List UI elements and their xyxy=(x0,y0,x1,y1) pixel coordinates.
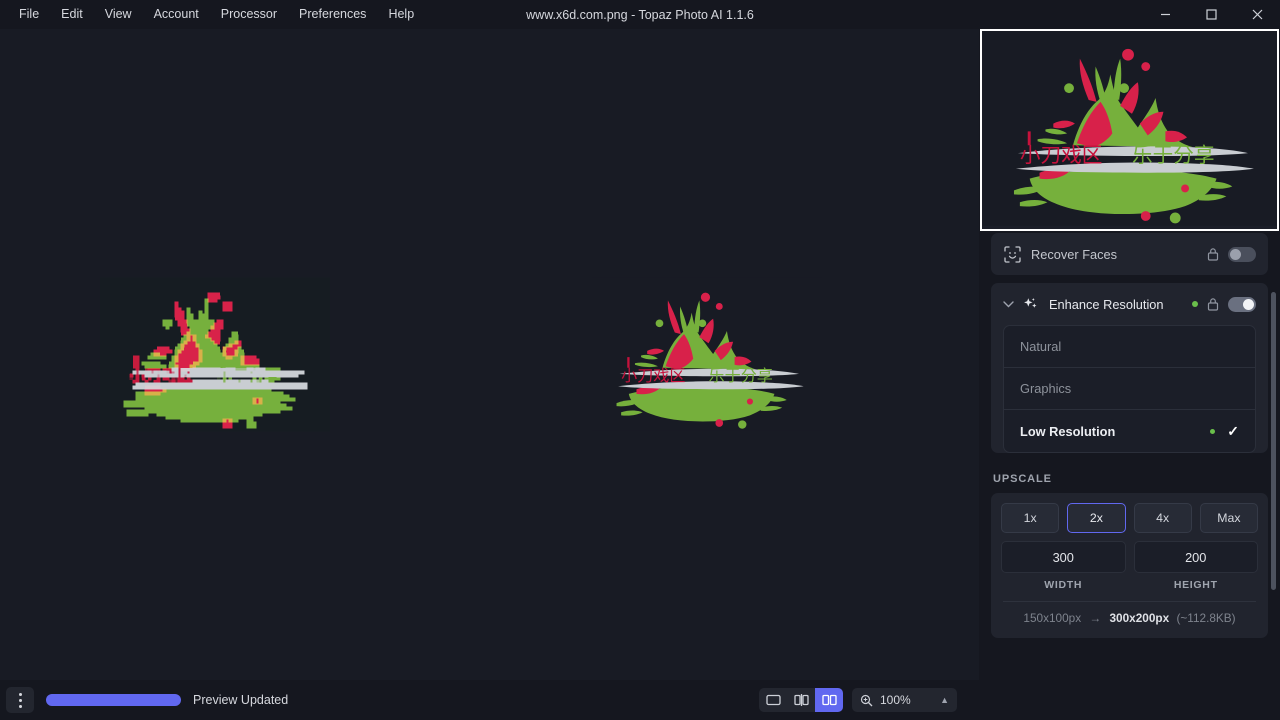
chevron-up-icon[interactable]: ▲ xyxy=(940,695,949,705)
comparison-view: 小刀戏区 乐于分享 小刀戏区 乐于分享 xyxy=(0,29,979,680)
menu-item-view[interactable]: View xyxy=(94,3,143,26)
svg-text:乐于分享: 乐于分享 xyxy=(709,366,773,385)
zoom-value: 100% xyxy=(880,693,911,707)
upscale-4x[interactable]: 4x xyxy=(1134,503,1192,533)
svg-text:小刀戏区: 小刀戏区 xyxy=(1019,143,1102,167)
toggle-knob xyxy=(1243,299,1254,310)
model-list: Natural Graphics Low Resolution ✓ xyxy=(1003,325,1256,453)
settings-scroll-area[interactable]: Recover Faces xyxy=(979,233,1280,653)
view-mode-side-by-side[interactable] xyxy=(815,688,843,712)
height-input[interactable]: 200 xyxy=(1134,541,1259,573)
source-size: 150x100px xyxy=(1023,611,1081,625)
kebab-dot xyxy=(19,693,22,696)
lock-icon[interactable] xyxy=(1207,247,1219,261)
lock-icon[interactable] xyxy=(1207,297,1219,311)
model-label: Graphics xyxy=(1020,381,1071,396)
face-detect-icon xyxy=(1003,245,1021,263)
progress-bar xyxy=(46,694,181,706)
model-active-dot xyxy=(1210,429,1215,434)
enhanced-image: 小刀戏区 乐于分享 xyxy=(592,254,822,454)
toggle-enhance-resolution[interactable] xyxy=(1228,297,1256,312)
menu-bar: File Edit View Account Processor Prefere… xyxy=(0,0,425,29)
checkmark-icon: ✓ xyxy=(1227,423,1239,440)
filter-label-enhance-resolution: Enhance Resolution xyxy=(1049,297,1192,312)
view-mode-split[interactable] xyxy=(787,688,815,712)
dimension-labels: WIDTH HEIGHT xyxy=(1001,579,1258,591)
close-button[interactable] xyxy=(1234,0,1280,29)
upscale-2x[interactable]: 2x xyxy=(1067,503,1125,533)
target-size: 300x200px xyxy=(1109,611,1169,625)
status-bar: Preview Updated 100% ▲ xyxy=(0,680,979,720)
svg-text:乐于分享: 乐于分享 xyxy=(217,366,281,385)
status-message: Preview Updated xyxy=(193,693,288,707)
preview-thumbnail-image: 小刀戏区 乐于分享 xyxy=(982,29,1277,231)
original-image: 小刀戏区 乐于分享 xyxy=(100,254,330,454)
upscale-card: 1x 2x 4x Max 300 200 WIDTH HEIGHT 150x10… xyxy=(991,493,1268,638)
file-size: (~112.8KB) xyxy=(1176,611,1235,625)
maximize-button[interactable] xyxy=(1188,0,1234,29)
svg-text:小刀戏区: 小刀戏区 xyxy=(129,366,193,385)
model-option-graphics[interactable]: Graphics xyxy=(1004,368,1255,410)
magnifier-plus-icon xyxy=(860,694,873,707)
dimension-inputs: 300 200 xyxy=(1001,541,1258,573)
zoom-control[interactable]: 100% ▲ xyxy=(852,688,957,712)
width-label: WIDTH xyxy=(1001,579,1126,591)
filter-card-enhance-resolution: Enhance Resolution Natura xyxy=(991,283,1268,453)
filter-row-enhance-resolution[interactable]: Enhance Resolution xyxy=(991,283,1268,325)
width-input[interactable]: 300 xyxy=(1001,541,1126,573)
filter-label-recover-faces: Recover Faces xyxy=(1031,247,1207,262)
app-window: www.x6d.com.png - Topaz Photo AI 1.1.6 F… xyxy=(0,0,1280,720)
arrow-icon: → xyxy=(1089,611,1101,625)
filter-card-recover-faces: Recover Faces xyxy=(991,233,1268,275)
model-label: Low Resolution xyxy=(1020,424,1115,439)
model-label: Natural xyxy=(1020,339,1061,354)
toggle-knob xyxy=(1230,249,1241,260)
menu-item-help[interactable]: Help xyxy=(377,3,425,26)
toggle-recover-faces[interactable] xyxy=(1228,247,1256,262)
model-option-natural[interactable]: Natural xyxy=(1004,326,1255,368)
kebab-dot xyxy=(19,705,22,708)
upscale-multiplier-group: 1x 2x 4x Max xyxy=(1001,503,1258,533)
svg-text:小刀戏区: 小刀戏区 xyxy=(621,366,685,385)
more-options-button[interactable] xyxy=(6,687,34,713)
panel-scrollbar[interactable] xyxy=(1271,292,1276,590)
chevron-down-icon[interactable] xyxy=(1003,301,1015,308)
view-mode-group xyxy=(759,688,843,712)
upscale-section-title: UPSCALE xyxy=(993,473,1280,485)
upscale-max[interactable]: Max xyxy=(1200,503,1258,533)
menu-item-processor[interactable]: Processor xyxy=(210,3,288,26)
model-option-low-resolution[interactable]: Low Resolution ✓ xyxy=(1004,410,1255,452)
height-label: HEIGHT xyxy=(1134,579,1259,591)
menu-item-account[interactable]: Account xyxy=(143,3,210,26)
size-summary: 150x100px → 300x200px (~112.8KB) xyxy=(1001,602,1258,628)
filter-row-recover-faces[interactable]: Recover Faces xyxy=(991,233,1268,275)
view-mode-single[interactable] xyxy=(759,688,787,712)
menu-item-preferences[interactable]: Preferences xyxy=(288,3,377,26)
preview-thumbnail[interactable]: 小刀戏区 乐于分享 xyxy=(980,29,1279,231)
minimize-button[interactable] xyxy=(1142,0,1188,29)
window-controls xyxy=(1142,0,1280,29)
active-indicator-dot xyxy=(1192,301,1198,307)
menu-item-edit[interactable]: Edit xyxy=(50,3,94,26)
menu-item-file[interactable]: File xyxy=(8,3,50,26)
right-panel: 小刀戏区 乐于分享 xyxy=(979,0,1280,720)
image-canvas[interactable]: 小刀戏区 乐于分享 小刀戏区 乐于分享 xyxy=(0,29,979,680)
svg-text:乐于分享: 乐于分享 xyxy=(1131,143,1214,167)
upscale-1x[interactable]: 1x xyxy=(1001,503,1059,533)
kebab-dot xyxy=(19,699,22,702)
sparkles-icon xyxy=(1021,295,1039,313)
